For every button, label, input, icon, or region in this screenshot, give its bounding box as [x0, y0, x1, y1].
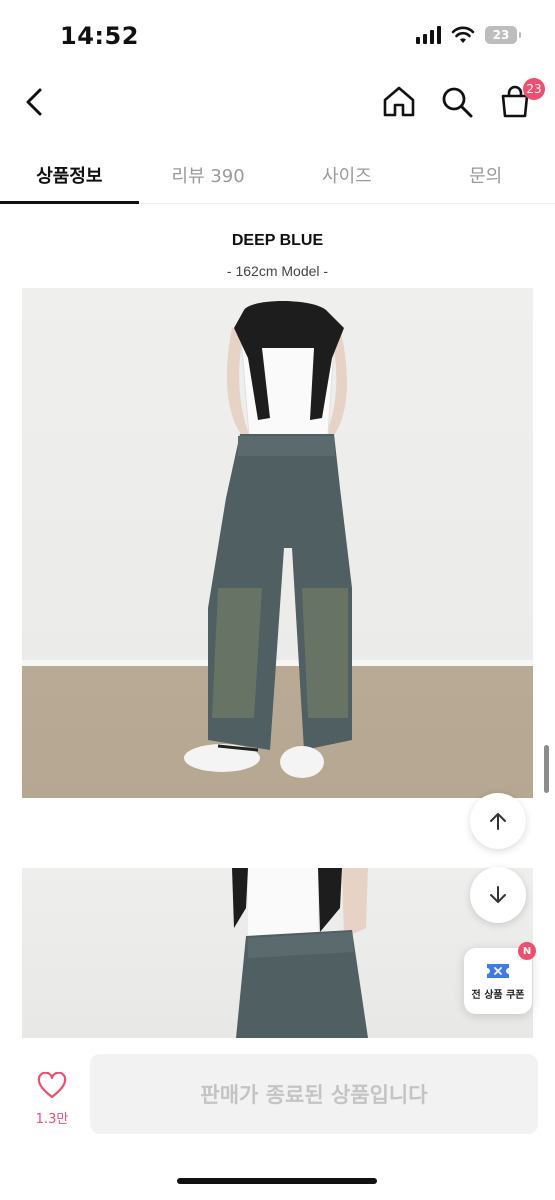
- nav-actions: 23: [381, 78, 545, 120]
- tab-size[interactable]: 사이즈: [278, 140, 417, 203]
- cart-badge: 23: [523, 78, 545, 100]
- product-tabs: 상품정보 리뷰 390 사이즈 문의: [0, 140, 555, 204]
- signal-icon: [416, 26, 441, 44]
- product-color-title: DEEP BLUE: [231, 232, 324, 249]
- cart-button[interactable]: 23: [497, 78, 545, 120]
- tab-inquiry[interactable]: 문의: [416, 140, 555, 203]
- search-icon[interactable]: [439, 84, 475, 120]
- wifi-icon: [451, 26, 475, 43]
- like-count: 1.3만: [35, 1112, 69, 1127]
- tab-reviews[interactable]: 리뷰 390: [139, 140, 278, 203]
- product-photo-detail: [22, 868, 533, 1038]
- nav-header: 23: [0, 70, 555, 134]
- coupon-new-badge: N: [518, 942, 536, 960]
- coupon-ticket-icon: [487, 963, 509, 978]
- home-icon[interactable]: [381, 84, 417, 120]
- product-photo-full: [22, 288, 533, 798]
- status-bar: 14:52 23: [0, 0, 555, 70]
- like-button[interactable]: 1.3만: [24, 1071, 80, 1127]
- home-indicator: [177, 1178, 377, 1184]
- bottom-action-bar: 1.3만 판매가 종료된 상품입니다: [0, 1040, 555, 1200]
- sold-out-button[interactable]: 판매가 종료된 상품입니다: [90, 1054, 538, 1134]
- arrow-up-icon: [490, 813, 506, 830]
- tab-product-info[interactable]: 상품정보: [0, 140, 139, 204]
- model-height-caption: - 162cm Model -: [226, 263, 329, 279]
- heart-icon: [37, 1071, 67, 1099]
- status-time: 14:52: [60, 22, 139, 50]
- battery-icon: 23: [485, 26, 521, 44]
- coupon-button[interactable]: 전 상품 쿠폰 N: [464, 942, 536, 1014]
- status-icons: 23: [416, 26, 521, 44]
- scrollbar-thumb[interactable]: [544, 745, 549, 793]
- scroll-bottom-button[interactable]: [470, 867, 526, 923]
- arrow-down-icon: [490, 886, 506, 903]
- back-icon[interactable]: [20, 84, 52, 120]
- scroll-top-button[interactable]: [470, 793, 526, 849]
- coupon-label: 전 상품 쿠폰: [471, 989, 525, 1001]
